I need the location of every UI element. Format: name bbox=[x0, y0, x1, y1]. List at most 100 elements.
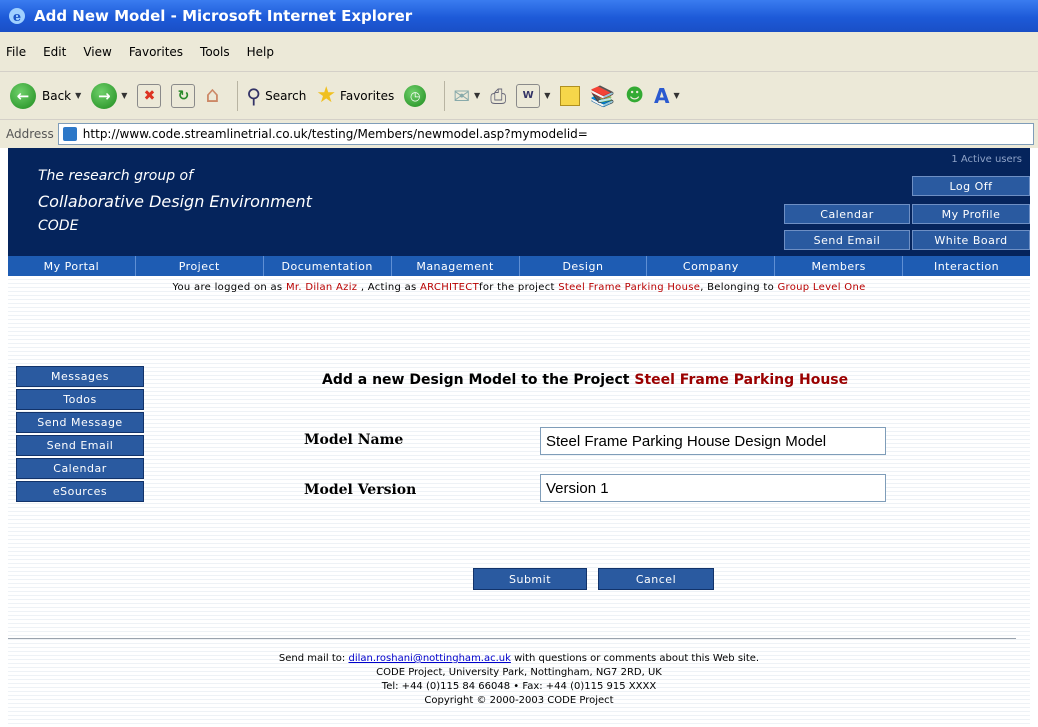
chevron-down-icon: ▼ bbox=[474, 91, 481, 100]
my-profile-button[interactable]: My Profile bbox=[912, 204, 1030, 224]
model-name-input[interactable] bbox=[540, 427, 886, 455]
mail-icon: ✉ bbox=[453, 83, 471, 108]
home-icon: ⌂ bbox=[205, 83, 220, 108]
stop-button[interactable]: ✖ bbox=[137, 83, 162, 108]
footer-mail-prefix: Send mail to: bbox=[278, 653, 349, 664]
footer-address: CODE Project, University Park, Nottingha… bbox=[376, 667, 662, 678]
forward-button[interactable]: → ▼ bbox=[91, 82, 128, 109]
model-version-label: Model Version bbox=[304, 482, 417, 498]
menu-bar: File Edit View Favorites Tools Help bbox=[0, 32, 1038, 72]
sidebar-item-send-email[interactable]: Send Email bbox=[16, 435, 144, 456]
stop-icon: ✖ bbox=[137, 83, 162, 108]
submit-button[interactable]: Submit bbox=[473, 568, 587, 590]
sidebar-item-todos[interactable]: Todos bbox=[16, 389, 144, 410]
menu-view[interactable]: View bbox=[83, 45, 111, 59]
menu-tools[interactable]: Tools bbox=[200, 45, 230, 59]
font-size-button[interactable]: A ▼ bbox=[654, 84, 680, 108]
main-nav: My Portal Project Documentation Manageme… bbox=[8, 256, 1030, 276]
brand-line-2: Collaborative Design Environment bbox=[38, 192, 312, 211]
form-title: Add a new Design Model to the Project St… bbox=[322, 372, 848, 388]
toolbar: ← Back ▼ → ▼ ✖ ↻ ⌂ ⚲ Search ★ Favorites … bbox=[0, 72, 1038, 120]
print-button[interactable]: ⎙ bbox=[490, 84, 506, 108]
footer-mail-suffix: with questions or comments about this We… bbox=[510, 653, 760, 664]
form-title-project: Steel Frame Parking House bbox=[634, 372, 849, 388]
footer-tel: Tel: +44 (0)115 84 66048 • Fax: +44 (0)1… bbox=[381, 681, 657, 692]
cancel-button[interactable]: Cancel bbox=[598, 568, 714, 590]
menu-file[interactable]: File bbox=[6, 45, 26, 59]
active-users: 1 Active users bbox=[951, 154, 1022, 165]
white-board-button[interactable]: White Board bbox=[912, 230, 1030, 250]
footer-mail-line: Send mail to: dilan.roshani@nottingham.a… bbox=[8, 652, 1030, 666]
sidebar-item-calendar[interactable]: Calendar bbox=[16, 458, 144, 479]
word-edit-icon: W bbox=[516, 83, 541, 108]
search-label: Search bbox=[265, 88, 307, 103]
footer-divider bbox=[8, 638, 1016, 639]
status-role: ARCHITECT bbox=[420, 282, 479, 293]
calendar-button[interactable]: Calendar bbox=[784, 204, 910, 224]
chevron-down-icon: ▼ bbox=[544, 91, 551, 100]
address-url: http://www.code.streamlinetrial.co.uk/te… bbox=[82, 127, 588, 141]
mail-button[interactable]: ✉ ▼ bbox=[453, 84, 480, 108]
brand-line-1: The research group of bbox=[38, 168, 194, 184]
nav-members[interactable]: Members bbox=[775, 256, 904, 276]
menu-help[interactable]: Help bbox=[247, 45, 274, 59]
nav-documentation[interactable]: Documentation bbox=[264, 256, 392, 276]
chevron-down-icon: ▼ bbox=[121, 91, 128, 100]
ie-logo-icon: e bbox=[8, 7, 26, 25]
menu-edit[interactable]: Edit bbox=[43, 45, 66, 59]
login-status: You are logged on as Mr. Dilan Aziz , Ac… bbox=[8, 282, 1030, 293]
note-icon bbox=[560, 85, 581, 106]
status-project: Steel Frame Parking House bbox=[558, 282, 701, 293]
window-title: Add New Model - Microsoft Internet Explo… bbox=[34, 7, 413, 25]
nav-my-portal[interactable]: My Portal bbox=[8, 256, 136, 276]
back-arrow-icon: ← bbox=[10, 82, 36, 109]
page-icon bbox=[62, 127, 77, 141]
refresh-icon: ↻ bbox=[171, 83, 196, 108]
footer-email-link[interactable]: dilan.roshani@nottingham.ac.uk bbox=[348, 653, 510, 664]
nav-design[interactable]: Design bbox=[520, 256, 648, 276]
svg-text:e: e bbox=[13, 10, 21, 25]
messenger-button[interactable]: ☻ bbox=[625, 85, 644, 106]
sidebar-item-esources[interactable]: eSources bbox=[16, 481, 144, 502]
brand-line-3: CODE bbox=[38, 218, 79, 234]
address-bar: Address http://www.code.streamlinetrial.… bbox=[0, 120, 1038, 148]
history-button[interactable]: ◷ bbox=[404, 84, 427, 107]
notes-button[interactable] bbox=[560, 85, 581, 106]
nav-interaction[interactable]: Interaction bbox=[903, 256, 1030, 276]
log-off-button[interactable]: Log Off bbox=[912, 176, 1030, 196]
address-input[interactable]: http://www.code.streamlinetrial.co.uk/te… bbox=[57, 123, 1034, 145]
refresh-button[interactable]: ↻ bbox=[171, 83, 196, 108]
status-belonging: , Belonging to bbox=[700, 282, 778, 293]
nav-company[interactable]: Company bbox=[647, 256, 776, 276]
form-title-prefix: Add a new Design Model to the Project bbox=[322, 372, 635, 388]
research-icon: 📚 bbox=[590, 83, 616, 108]
back-button[interactable]: ← Back ▼ bbox=[10, 82, 82, 109]
home-button[interactable]: ⌂ bbox=[205, 83, 219, 108]
status-user: Mr. Dilan Aziz bbox=[285, 282, 358, 293]
status-acting: , Acting as bbox=[357, 282, 421, 293]
forward-arrow-icon: → bbox=[91, 82, 118, 109]
window-title-bar: e Add New Model - Microsoft Internet Exp… bbox=[0, 0, 1038, 32]
send-email-button[interactable]: Send Email bbox=[784, 230, 910, 250]
site-header: The research group of Collaborative Desi… bbox=[8, 148, 1030, 256]
favorites-button[interactable]: ★ Favorites bbox=[316, 83, 394, 108]
nav-project[interactable]: Project bbox=[136, 256, 264, 276]
footer-copyright: Copyright © 2000-2003 CODE Project bbox=[424, 695, 614, 706]
model-version-input[interactable] bbox=[540, 474, 886, 502]
search-icon: ⚲ bbox=[246, 83, 262, 108]
search-button[interactable]: ⚲ Search bbox=[246, 84, 306, 108]
menu-favorites[interactable]: Favorites bbox=[129, 45, 183, 59]
sidebar-item-send-message[interactable]: Send Message bbox=[16, 412, 144, 433]
status-group: Group Level One bbox=[777, 282, 866, 293]
sidebar: Messages Todos Send Message Send Email C… bbox=[16, 366, 144, 504]
print-icon: ⎙ bbox=[490, 83, 507, 108]
research-button[interactable]: 📚 bbox=[590, 84, 615, 108]
nav-management[interactable]: Management bbox=[392, 256, 520, 276]
chevron-down-icon: ▼ bbox=[75, 91, 82, 100]
address-label: Address bbox=[6, 127, 54, 141]
model-name-label: Model Name bbox=[304, 432, 404, 448]
sidebar-item-messages[interactable]: Messages bbox=[16, 366, 144, 387]
edit-button[interactable]: W ▼ bbox=[516, 83, 551, 108]
toolbar-separator bbox=[237, 80, 239, 111]
footer: Send mail to: dilan.roshani@nottingham.a… bbox=[8, 652, 1030, 708]
